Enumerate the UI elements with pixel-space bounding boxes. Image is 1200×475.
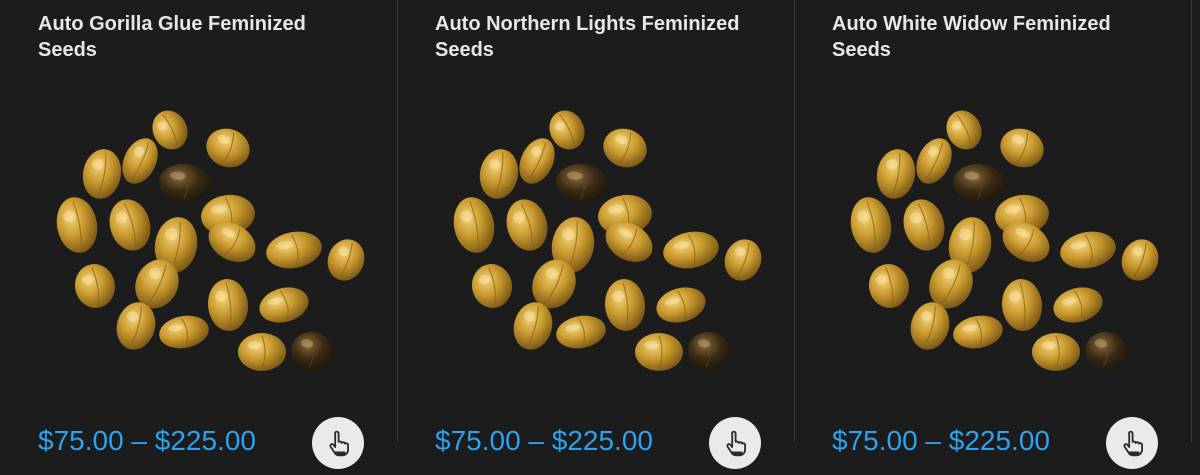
seed-shape xyxy=(1000,128,1044,168)
hand-pointer-icon xyxy=(726,430,746,457)
product-image[interactable] xyxy=(50,108,376,380)
product-price: $75.00 – $225.00 xyxy=(38,425,256,456)
seed-shape xyxy=(453,197,495,253)
seed-shape xyxy=(109,199,151,251)
seed-shape xyxy=(556,163,608,203)
product-price: $75.00 – $225.00 xyxy=(435,425,653,456)
hand-pointer-icon xyxy=(329,430,349,457)
seed-shape xyxy=(159,315,209,349)
product-image[interactable] xyxy=(844,108,1170,380)
product-card[interactable]: Auto Northern Lights Feminized Seeds $75… xyxy=(397,0,793,475)
seed-shape xyxy=(159,163,211,203)
seed-shape xyxy=(479,149,519,199)
card-divider xyxy=(1191,0,1192,442)
seed-shape xyxy=(953,315,1003,349)
seed-shape xyxy=(74,264,116,308)
product-price: $75.00 – $225.00 xyxy=(832,425,1050,456)
seed-shape xyxy=(1085,331,1127,371)
seed-shape xyxy=(635,333,683,371)
seed-shape xyxy=(1121,239,1159,281)
seed-shape xyxy=(259,287,309,323)
hand-pointer-icon xyxy=(1123,430,1143,457)
product-title[interactable]: Auto Northern Lights Feminized Seeds xyxy=(435,11,765,63)
seed-shape xyxy=(688,331,730,371)
product-card[interactable]: Auto Gorilla Glue Feminized Seeds $75.00… xyxy=(0,0,396,475)
seed-shape xyxy=(656,287,706,323)
product-title[interactable]: Auto Gorilla Glue Feminized Seeds xyxy=(38,11,368,63)
select-options-button[interactable] xyxy=(709,417,761,469)
seed-shape xyxy=(850,197,892,253)
seed-shape xyxy=(471,264,513,308)
seed-shape xyxy=(556,315,606,349)
select-options-button[interactable] xyxy=(312,417,364,469)
product-card[interactable]: Auto White Widow Feminized Seeds $75.00 … xyxy=(794,0,1190,475)
seed-shape xyxy=(868,264,910,308)
seed-shape xyxy=(953,163,1005,203)
product-image[interactable] xyxy=(447,108,773,380)
seed-shape xyxy=(238,333,286,371)
seed-shape xyxy=(603,128,647,168)
seed-shape xyxy=(266,231,322,269)
product-grid: Auto Gorilla Glue Feminized Seeds $75.00… xyxy=(0,0,1200,475)
seed-shape xyxy=(327,239,365,281)
seed-shape xyxy=(604,279,646,331)
seed-shape xyxy=(663,231,719,269)
seed-shape xyxy=(1053,287,1103,323)
seed-shape xyxy=(207,279,249,331)
seed-shape xyxy=(506,199,548,251)
seed-shape xyxy=(1001,279,1043,331)
seed-shape xyxy=(206,128,250,168)
seed-shape xyxy=(1060,231,1116,269)
seed-shape xyxy=(724,239,762,281)
seed-shape xyxy=(291,331,333,371)
seed-shape xyxy=(82,149,122,199)
seed-shape xyxy=(1032,333,1080,371)
seed-shape xyxy=(56,197,98,253)
select-options-button[interactable] xyxy=(1106,417,1158,469)
seed-shape xyxy=(903,199,945,251)
seed-shape xyxy=(876,149,916,199)
product-title[interactable]: Auto White Widow Feminized Seeds xyxy=(832,11,1162,63)
